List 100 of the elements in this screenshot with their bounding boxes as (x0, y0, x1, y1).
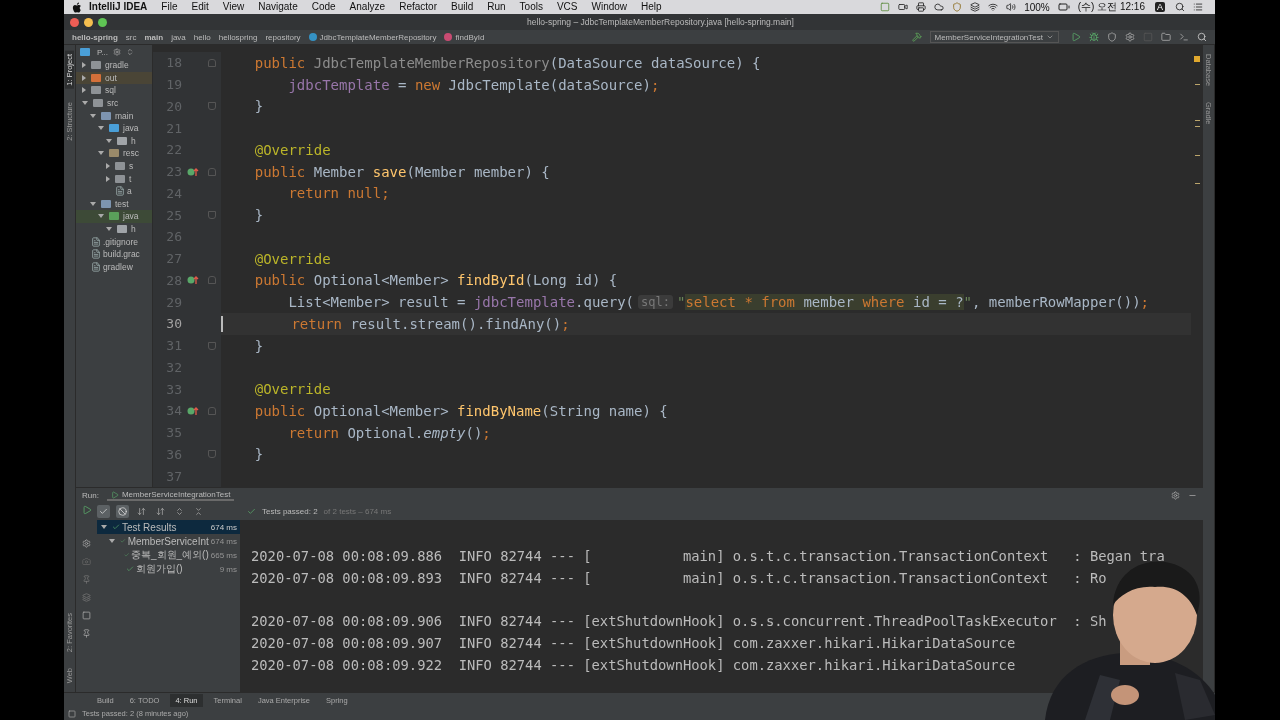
menu-item[interactable]: Edit (184, 0, 216, 14)
menu-item[interactable]: Analyze (342, 0, 393, 14)
expand-arrow[interactable] (106, 138, 112, 143)
tree-item[interactable]: src (107, 98, 119, 109)
expand-arrow[interactable] (90, 113, 96, 118)
expand-arrow[interactable] (82, 87, 86, 94)
tree-item[interactable]: gradle (105, 60, 129, 71)
app-menu[interactable]: IntelliJ IDEA (82, 0, 155, 14)
tree-item[interactable]: .gitignore (103, 236, 138, 247)
fold-icon[interactable] (208, 102, 216, 111)
pin-icon[interactable] (82, 575, 91, 584)
run-tab[interactable]: MemberServiceIntegrationTest (106, 490, 235, 501)
breadcrumb[interactable]: hello-spring (68, 32, 122, 42)
tree-item[interactable]: resc (123, 148, 140, 159)
tree-item[interactable]: gradlew (103, 261, 133, 272)
settings-icon[interactable] (1171, 491, 1180, 500)
tree-item[interactable]: java (123, 211, 139, 222)
volume-icon[interactable] (1006, 2, 1017, 12)
tree-item[interactable]: main (115, 110, 134, 121)
run-configuration-dropdown[interactable]: MemberServiceIntegrationTest (929, 31, 1059, 43)
battery-icon[interactable] (1057, 1, 1070, 13)
rerun-icon[interactable] (81, 505, 92, 515)
menu-icon[interactable] (1193, 2, 1203, 12)
breadcrumb[interactable]: repository (261, 32, 305, 42)
expand-arrow[interactable] (101, 525, 107, 529)
tray-icon[interactable] (970, 2, 981, 12)
menu-item[interactable]: View (215, 0, 252, 14)
pin-icon[interactable] (82, 629, 91, 638)
breadcrumb[interactable]: src (121, 32, 141, 42)
shield-icon[interactable] (952, 2, 963, 12)
expand-arrow[interactable] (82, 101, 88, 106)
panel-title[interactable]: P... (97, 47, 108, 57)
expand-arrow[interactable] (109, 539, 115, 543)
run-icon[interactable] (1071, 32, 1081, 42)
search-icon[interactable] (1175, 2, 1185, 12)
breadcrumb[interactable]: JdbcTemplateMemberRepository (304, 32, 441, 42)
tree-item[interactable]: h (131, 224, 136, 234)
menu-item[interactable]: Run (480, 0, 513, 14)
breadcrumb[interactable]: java (167, 32, 190, 42)
breadcrumb[interactable]: hello (189, 32, 215, 42)
implements-icon[interactable] (187, 275, 199, 286)
fold-icon[interactable] (208, 341, 216, 350)
menu-item[interactable]: Code (304, 0, 343, 14)
show-ignored-button[interactable] (116, 505, 129, 518)
fold-icon[interactable] (208, 58, 216, 67)
expand-arrow[interactable] (98, 126, 104, 131)
breadcrumb[interactable]: hellospring (214, 32, 262, 42)
menu-item[interactable]: Navigate (251, 0, 305, 14)
show-passed-button[interactable] (97, 505, 110, 518)
expand-arrow[interactable] (106, 175, 110, 182)
expand-arrow[interactable] (106, 163, 110, 170)
debug-icon[interactable] (1089, 32, 1099, 42)
tree-item[interactable]: s (129, 161, 134, 172)
tree-item[interactable]: test (115, 198, 129, 209)
sort-duration-button[interactable] (154, 505, 167, 518)
menu-item[interactable]: Window (584, 0, 635, 14)
input-source[interactable]: A (1155, 2, 1165, 12)
expand-arrow[interactable] (106, 227, 112, 231)
menu-item[interactable]: File (154, 0, 185, 14)
implements-icon[interactable] (187, 405, 199, 416)
tree-item[interactable]: sql (105, 85, 116, 96)
menu-item[interactable]: VCS (549, 0, 585, 14)
collapse-icon[interactable] (126, 48, 134, 56)
tree-item[interactable]: a (127, 186, 132, 197)
camera-icon[interactable] (898, 2, 909, 12)
printer-icon[interactable] (916, 2, 927, 12)
expand-arrow[interactable] (82, 62, 86, 69)
zoom-button[interactable] (98, 17, 107, 27)
breadcrumb[interactable]: main (140, 32, 168, 42)
wifi-icon[interactable] (988, 2, 999, 12)
tree-item[interactable]: build.grac (103, 249, 140, 260)
apple-icon[interactable] (72, 1, 82, 13)
breadcrumb[interactable]: findById (440, 32, 489, 42)
tree-item[interactable]: out (105, 72, 117, 83)
close-button[interactable] (70, 17, 79, 27)
menu-item[interactable]: Help (634, 0, 669, 14)
expand-arrow[interactable] (90, 201, 96, 206)
expand-arrow[interactable] (82, 74, 86, 81)
menu-item[interactable]: Refactor (392, 0, 444, 14)
fold-icon[interactable] (208, 211, 216, 220)
sort-button[interactable] (135, 505, 148, 518)
fold-icon[interactable] (208, 450, 216, 459)
fold-icon[interactable] (208, 406, 216, 415)
tree-item[interactable]: h (131, 135, 136, 146)
test-result-item[interactable]: 중복_회원_예외() 665 ms (97, 548, 240, 562)
implements-icon[interactable] (187, 166, 199, 177)
hammer-icon[interactable] (911, 32, 922, 42)
fold-icon[interactable] (208, 167, 216, 176)
minimize-button[interactable] (84, 17, 93, 27)
expand-arrow[interactable] (98, 151, 104, 156)
expand-arrow[interactable] (98, 214, 104, 219)
test-result-item[interactable]: Test Results 674 ms (97, 520, 240, 534)
menu-item[interactable]: Build (443, 0, 481, 14)
tree-item[interactable]: java (123, 123, 139, 134)
menu-item[interactable]: Tools (512, 0, 550, 14)
test-result-item[interactable]: MemberServiceInt 674 ms (97, 534, 240, 548)
test-result-item[interactable]: 회원가입() 9 ms (97, 562, 240, 576)
cloud-icon[interactable] (934, 2, 945, 12)
tree-item[interactable]: t (129, 173, 132, 184)
fold-icon[interactable] (208, 276, 216, 285)
